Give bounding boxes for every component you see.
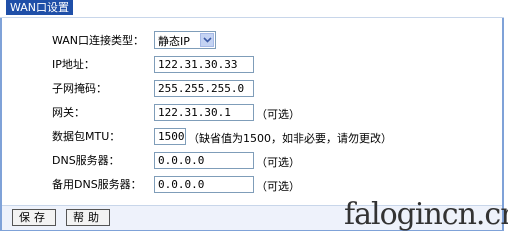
conn-type-select[interactable]: 静态IP <box>154 31 216 49</box>
alt-dns-field[interactable]: 0.0.0.0 <box>154 176 254 193</box>
dns-label: DNS服务器： <box>52 154 120 167</box>
dns-row: DNS服务器： <box>52 150 152 170</box>
gateway-field[interactable]: 122.31.30.1 <box>154 104 254 121</box>
panel-header: WAN口设置 <box>0 0 504 18</box>
watermark: falogincn.cn <box>344 197 508 232</box>
ip-row: IP地址： <box>52 54 152 74</box>
subnet-mask-field[interactable]: 255.255.255.0 <box>154 80 254 97</box>
help-button[interactable]: 帮助 <box>66 209 110 226</box>
alt-dns-label: 备用DNS服务器： <box>52 178 142 191</box>
mtu-label: 数据包MTU： <box>52 130 121 143</box>
alt-dns-hint: （可选） <box>256 180 300 193</box>
mtu-row: 数据包MTU： <box>52 126 152 146</box>
ip-address-field[interactable]: 122.31.30.33 <box>154 56 254 73</box>
panel-title: WAN口设置 <box>6 0 74 15</box>
gateway-hint: （可选） <box>256 108 300 121</box>
ip-label: IP地址： <box>52 58 95 71</box>
mtu-hint: （缺省值为1500，如非必要，请勿更改） <box>188 132 392 145</box>
dns-hint: （可选） <box>256 156 300 169</box>
gateway-row: 网关： <box>52 102 152 122</box>
gateway-label: 网关： <box>52 106 85 119</box>
mtu-field[interactable]: 1500 <box>154 128 186 145</box>
dns-field[interactable]: 0.0.0.0 <box>154 152 254 169</box>
mask-label: 子网掩码： <box>52 82 107 95</box>
save-button[interactable]: 保存 <box>12 209 56 226</box>
chevron-down-icon[interactable] <box>200 33 214 47</box>
conn-type-row: WAN口连接类型： <box>52 30 152 50</box>
conn-type-value: 静态IP <box>158 35 190 48</box>
alt-dns-row: 备用DNS服务器： <box>52 174 152 194</box>
conn-type-label: WAN口连接类型： <box>52 34 145 47</box>
mask-row: 子网掩码： <box>52 78 152 98</box>
